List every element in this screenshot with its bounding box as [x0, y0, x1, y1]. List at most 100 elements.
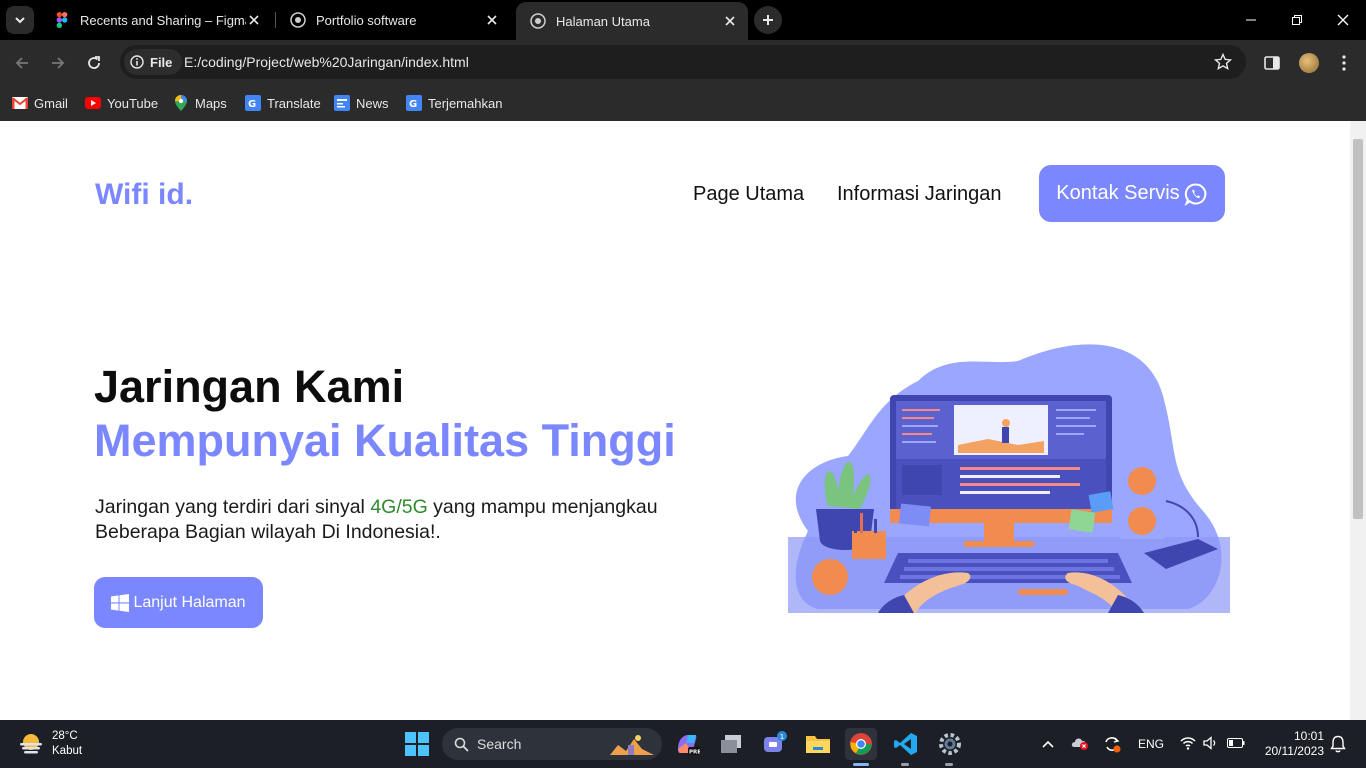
task-view-icon: [721, 735, 741, 753]
minimize-button[interactable]: [1228, 0, 1274, 40]
notification-bell-icon[interactable]: [1330, 735, 1346, 753]
close-icon: [1337, 14, 1349, 26]
tab-title: Recents and Sharing – Figma: [80, 12, 246, 28]
settings-running-indicator: [945, 763, 953, 766]
weather-widget[interactable]: 28°C Kabut: [18, 729, 82, 759]
site-chip-label: File: [150, 54, 173, 70]
menu-button[interactable]: [1332, 51, 1356, 75]
taskbar-task-view[interactable]: [715, 728, 747, 760]
youtube-icon: [85, 95, 101, 111]
taskbar-search[interactable]: Search: [442, 728, 662, 760]
figma-icon: [54, 12, 70, 28]
globe-icon: [290, 12, 306, 28]
search-icon: [454, 737, 469, 752]
language-indicator[interactable]: ENG: [1138, 737, 1164, 751]
bookmark-news[interactable]: News: [334, 92, 389, 114]
bookmark-youtube[interactable]: YouTube: [85, 92, 158, 114]
kontak-servis-label: Kontak Servis: [1056, 182, 1180, 204]
url-text[interactable]: E:/coding/Project/web%20Jaringan/index.h…: [184, 54, 469, 70]
copilot-icon: PRE: [678, 735, 700, 756]
address-bar[interactable]: File E:/coding/Project/web%20Jaringan/in…: [120, 45, 1246, 79]
speaker-icon[interactable]: [1203, 736, 1219, 750]
close-window-button[interactable]: [1320, 0, 1366, 40]
lanjut-halaman-button[interactable]: Lanjut Halaman: [94, 577, 263, 628]
plus-icon: [763, 15, 773, 25]
chrome-active-indicator: [853, 763, 869, 766]
hero-desc-highlight: 4G/5G: [370, 496, 428, 518]
taskbar-copilot[interactable]: PRE: [671, 728, 703, 760]
tab-strip: Recents and Sharing – Figma Portfolio so…: [0, 0, 1366, 40]
info-icon: [130, 55, 144, 69]
back-button[interactable]: [7, 48, 37, 78]
side-panel-icon: [1264, 56, 1280, 70]
restore-button[interactable]: [1274, 0, 1320, 40]
windows-icon: [111, 593, 130, 612]
bookmark-label: Gmail: [34, 95, 68, 111]
new-tab-button[interactable]: [754, 6, 782, 34]
more-vert-icon: [1342, 55, 1346, 71]
wifi-icon[interactable]: [1180, 736, 1196, 750]
sync-icon[interactable]: [1103, 735, 1121, 753]
bookmark-maps[interactable]: Maps: [173, 92, 227, 114]
chat-badge: 1: [780, 733, 784, 741]
bookmark-terjemahkan[interactable]: G Terjemahkan: [406, 92, 502, 114]
bookmark-label: Translate: [267, 95, 321, 111]
page-scrollbar[interactable]: [1350, 121, 1366, 720]
close-icon[interactable]: [484, 12, 500, 28]
chrome-icon: [850, 733, 872, 755]
kontak-servis-button[interactable]: Kontak Servis: [1039, 165, 1225, 222]
bookmark-label: News: [356, 95, 389, 111]
windows-taskbar: 28°C Kabut Search PRE 1 ENG 10:01 20/11/…: [0, 720, 1366, 768]
reload-icon: [88, 56, 100, 69]
bookmark-label: YouTube: [107, 95, 159, 111]
maps-icon: [173, 95, 189, 111]
clock-time: 10:01: [1293, 729, 1324, 743]
side-panel-button[interactable]: [1260, 51, 1284, 75]
close-icon[interactable]: [722, 13, 738, 29]
gear-icon: [939, 733, 961, 755]
reload-button[interactable]: [79, 48, 109, 78]
taskbar-settings[interactable]: [934, 728, 966, 760]
hero-desc-text: Jaringan yang terdiri dari sinyal: [95, 496, 371, 518]
tab-search-button[interactable]: [6, 6, 34, 34]
tab-figma[interactable]: Recents and Sharing – Figma: [40, 0, 272, 40]
chevron-up-icon[interactable]: [1042, 739, 1054, 749]
hero-title-line2: Mempunyai Kualitas Tinggi: [94, 415, 676, 466]
globe-icon: [530, 13, 546, 29]
bookmark-translate[interactable]: G Translate: [245, 92, 321, 114]
svg-text:G: G: [409, 99, 417, 110]
nav-link-informasi-jaringan[interactable]: Informasi Jaringan: [837, 183, 1002, 206]
taskbar-clock[interactable]: 10:01 20/11/2023: [1258, 729, 1324, 759]
nav-link-page-utama[interactable]: Page Utama: [693, 183, 804, 206]
minimize-icon: [1246, 19, 1256, 21]
battery-icon[interactable]: [1227, 738, 1245, 748]
scrollbar-thumb[interactable]: [1353, 139, 1363, 519]
bookmark-gmail[interactable]: Gmail: [12, 92, 68, 114]
tab-title: Halaman Utama: [556, 13, 650, 29]
bookmark-star-icon[interactable]: [1213, 52, 1233, 76]
svg-text:PRE: PRE: [689, 750, 700, 756]
bookmark-label: Maps: [195, 95, 227, 111]
close-icon[interactable]: [246, 12, 262, 28]
tab-halaman-utama[interactable]: Halaman Utama: [516, 2, 748, 40]
windows-start-icon: [405, 732, 429, 756]
taskbar-vscode[interactable]: [890, 728, 922, 760]
site-logo[interactable]: Wifi id.: [95, 178, 193, 212]
tab-portfolio[interactable]: Portfolio software: [276, 0, 510, 40]
weather-desc: Kabut: [52, 745, 83, 757]
start-button[interactable]: [401, 728, 433, 760]
taskbar-chrome[interactable]: [845, 728, 877, 760]
forward-button[interactable]: [43, 48, 73, 78]
onedrive-error-icon[interactable]: [1071, 736, 1089, 750]
hero-description: Jaringan yang terdiri dari sinyal 4G/5G …: [95, 495, 695, 545]
svg-text:G: G: [248, 99, 256, 110]
profile-avatar[interactable]: [1299, 53, 1319, 73]
weather-temp: 28°C: [52, 730, 78, 742]
bookmarks-bar: Gmail YouTube Maps G Translate News G Te…: [0, 85, 1366, 121]
bookmark-label: Terjemahkan: [428, 95, 503, 111]
search-placeholder: Search: [477, 736, 522, 752]
clock-date: 20/11/2023: [1264, 744, 1324, 758]
site-info-chip[interactable]: File: [124, 49, 183, 75]
taskbar-teams-chat[interactable]: 1: [758, 728, 790, 760]
taskbar-file-explorer[interactable]: [802, 728, 834, 760]
